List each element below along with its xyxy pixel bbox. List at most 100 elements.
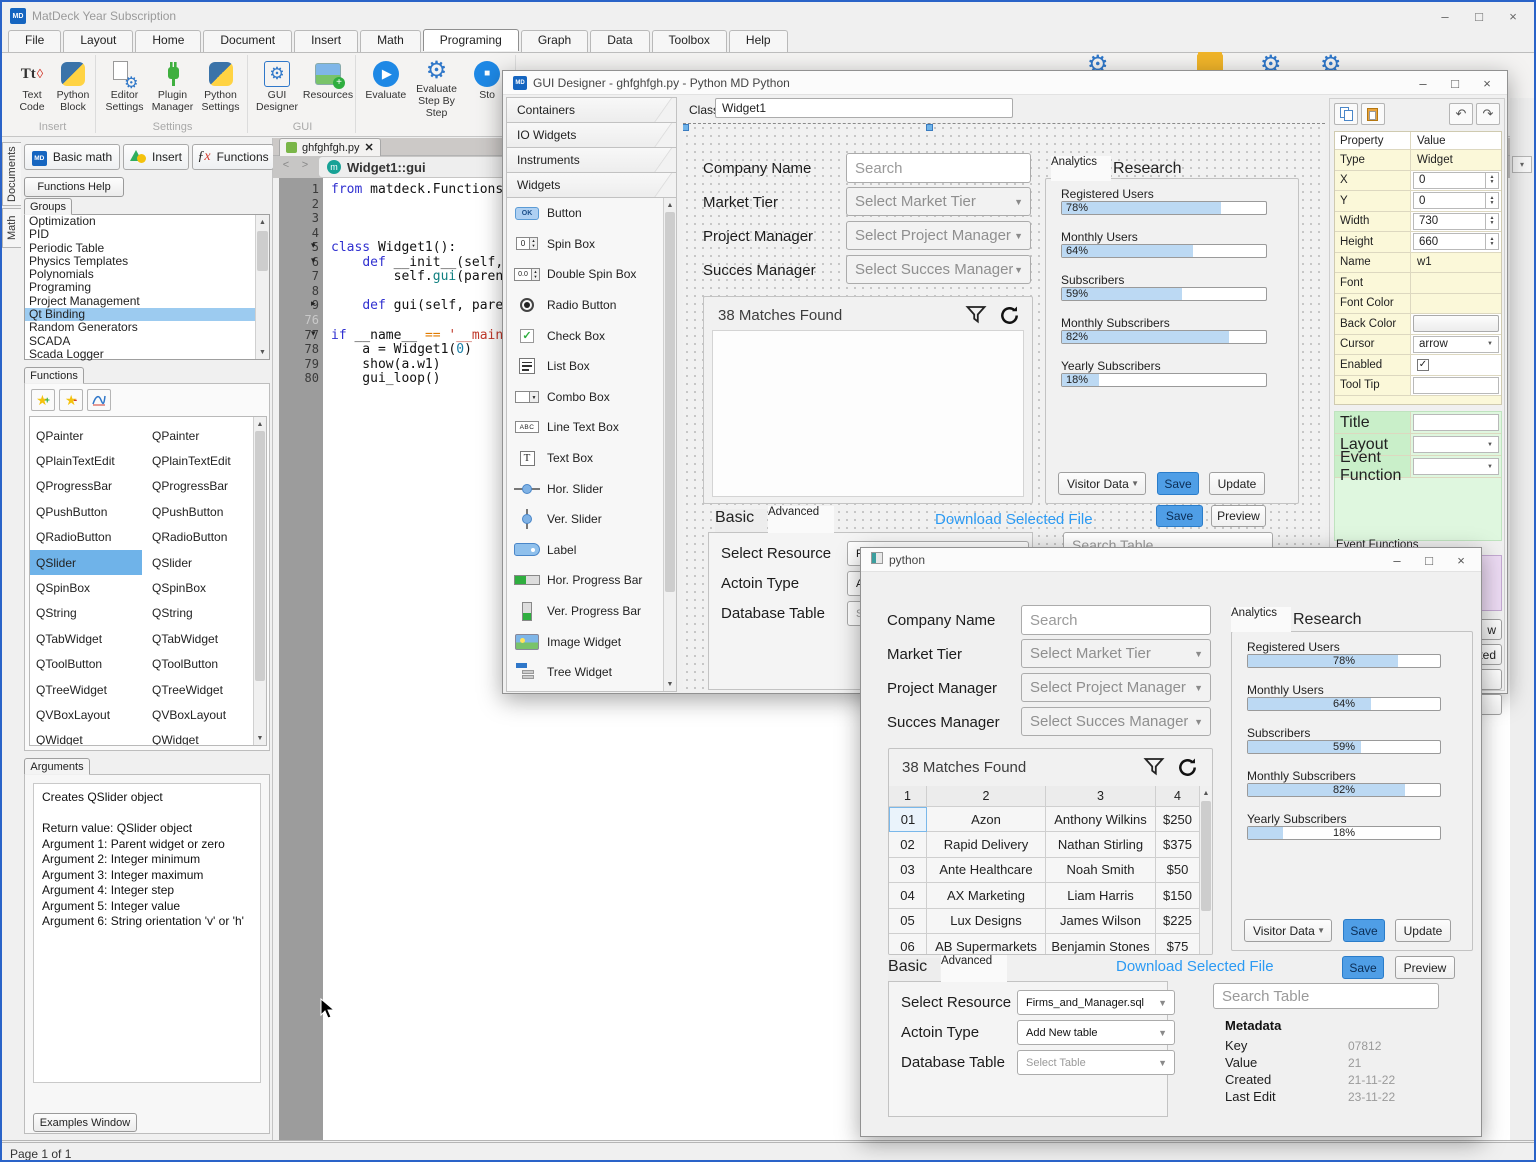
select-select-project-manager[interactable]: Select Project Manager▼ bbox=[846, 221, 1031, 250]
close-button[interactable]: × bbox=[1445, 550, 1477, 570]
preview-button[interactable]: Preview bbox=[1211, 505, 1266, 527]
function-item-qtoolbutton-alt[interactable]: QToolButton bbox=[146, 652, 246, 677]
search-table-input[interactable]: Search Table bbox=[1213, 983, 1439, 1009]
property-value[interactable]: Widget bbox=[1411, 150, 1501, 170]
ribbon-tab-help[interactable]: Help bbox=[729, 30, 788, 52]
class-input[interactable]: Widget1 bbox=[715, 98, 1013, 118]
scroll-up-icon[interactable]: ▲ bbox=[256, 215, 269, 229]
scroll-up-icon[interactable]: ▲ bbox=[254, 417, 266, 431]
arguments-tab[interactable]: Arguments bbox=[24, 758, 90, 775]
functions-scrollbar[interactable]: ▲▼ bbox=[253, 417, 266, 745]
spinner-arrows-icon[interactable]: ▲▼ bbox=[1486, 233, 1499, 250]
nav-back-button[interactable]: < bbox=[278, 159, 294, 175]
maximize-button[interactable]: □ bbox=[1413, 550, 1445, 570]
save-button[interactable]: Save bbox=[1343, 919, 1385, 942]
ribbon-button-gui-designer[interactable]: ⚙GUI Designer bbox=[253, 55, 302, 119]
ribbon-button-plugin-manager[interactable]: Plugin Manager bbox=[150, 55, 196, 119]
minimize-button[interactable]: – bbox=[1407, 73, 1439, 93]
function-item-qstring[interactable]: QString bbox=[30, 601, 142, 626]
side-tab-documents[interactable]: Documents bbox=[2, 142, 21, 206]
property-value[interactable] bbox=[1411, 273, 1501, 293]
table-cell[interactable]: James Wilson bbox=[1046, 909, 1156, 934]
table-cell[interactable]: Azon bbox=[927, 807, 1046, 832]
group-item-programing[interactable]: Programing bbox=[25, 281, 269, 294]
selection-handle[interactable] bbox=[926, 124, 933, 131]
group-item-periodic-table[interactable]: Periodic Table bbox=[25, 242, 269, 255]
company-search-input[interactable]: Search bbox=[1021, 605, 1211, 635]
property-value[interactable]: ✓ bbox=[1411, 355, 1501, 375]
python-analytics-tab-research[interactable]: Research bbox=[1293, 611, 1353, 632]
function-item-qwidget[interactable]: QWidget bbox=[30, 728, 142, 746]
spin-input[interactable]: 0 bbox=[1413, 192, 1486, 209]
table-cell[interactable]: 02 bbox=[889, 832, 927, 857]
scroll-thumb[interactable] bbox=[257, 231, 268, 271]
table-cell[interactable]: $75 bbox=[1156, 934, 1200, 955]
palette-item-table-widget[interactable]: Table Widget bbox=[507, 688, 676, 693]
document-scrollbar[interactable]: ▾ bbox=[1510, 98, 1536, 1140]
select-select-succes-manager[interactable]: Select Succes Manager▼ bbox=[846, 255, 1031, 284]
function-item-qslider[interactable]: QSlider bbox=[30, 550, 142, 575]
property-value[interactable] bbox=[1411, 376, 1501, 396]
update-button[interactable]: Update bbox=[1209, 472, 1265, 495]
sidebar-tab-functions[interactable]: ƒxFunctions bbox=[192, 144, 274, 170]
scroll-thumb[interactable] bbox=[255, 431, 265, 681]
function-item-qradiobutton-alt[interactable]: QRadioButton bbox=[146, 525, 246, 550]
property-value[interactable]: 0▲▼ bbox=[1411, 191, 1501, 211]
minimize-button[interactable]: – bbox=[1381, 550, 1413, 570]
table-cell[interactable]: Nathan Stirling bbox=[1046, 832, 1156, 857]
function-item-qstring-alt[interactable]: QString bbox=[146, 601, 246, 626]
filter-icon[interactable] bbox=[1142, 755, 1166, 779]
table-cell[interactable]: Lux Designs bbox=[927, 909, 1046, 934]
spin-input[interactable]: 730 bbox=[1413, 213, 1486, 230]
property-value[interactable]: ▼ bbox=[1411, 456, 1501, 477]
spin-input[interactable]: 0 bbox=[1413, 172, 1486, 189]
function-item-qradiobutton[interactable]: QRadioButton bbox=[30, 525, 142, 550]
table-cell[interactable]: 01 bbox=[889, 807, 927, 832]
ribbon-button-editor-settings[interactable]: ⚙Editor Settings bbox=[102, 55, 148, 119]
ribbon-button-resources[interactable]: +Resources bbox=[304, 55, 353, 119]
property-value[interactable] bbox=[1411, 314, 1501, 334]
select-select-succes-manager[interactable]: Select Succes Manager▼ bbox=[1021, 707, 1211, 736]
function-item-qspinbox-alt[interactable]: QSpinBox bbox=[146, 575, 246, 600]
designer-analytics-tab-analytics[interactable]: Analytics bbox=[1051, 156, 1111, 181]
table-scrollbar[interactable]: ▲ bbox=[1199, 786, 1212, 955]
group-item-physics-templates[interactable]: Physics Templates bbox=[25, 255, 269, 268]
palette-item-button[interactable]: OKButton bbox=[507, 198, 676, 229]
python-detail-tab-advanced[interactable]: Advanced bbox=[941, 955, 1007, 982]
function-item-qpushbutton[interactable]: QPushButton bbox=[30, 499, 142, 524]
maximize-button[interactable]: □ bbox=[1462, 5, 1496, 27]
ribbon-button-text-code[interactable]: Tt◊Text Code bbox=[13, 55, 52, 119]
table-cell[interactable]: $150 bbox=[1156, 883, 1200, 908]
function-item-qprogressbar[interactable]: QProgressBar bbox=[30, 474, 142, 499]
groups-tab[interactable]: Groups bbox=[24, 198, 72, 215]
group-item-qt-binding[interactable]: Qt Binding bbox=[25, 308, 269, 321]
scroll-thumb[interactable] bbox=[665, 212, 675, 592]
table-cell[interactable]: 05 bbox=[889, 909, 927, 934]
property-value[interactable]: 730▲▼ bbox=[1411, 212, 1501, 232]
ribbon-tab-math[interactable]: Math bbox=[360, 30, 421, 52]
select-select-market-tier[interactable]: Select Market Tier▼ bbox=[1021, 639, 1211, 668]
property-value[interactable]: ▼ bbox=[1411, 434, 1501, 455]
table-cell[interactable]: AB Supermarkets bbox=[927, 934, 1046, 955]
palette-item-list-box[interactable]: List Box bbox=[507, 351, 676, 382]
table-cell[interactable]: $250 bbox=[1156, 807, 1200, 832]
group-item-scada-logger[interactable]: Scada Logger bbox=[25, 348, 269, 361]
filter-icon[interactable] bbox=[964, 303, 988, 327]
favorite-remove-icon[interactable]: ★- bbox=[59, 389, 83, 411]
designer-detail-tab-basic[interactable]: Basic bbox=[715, 509, 767, 533]
table-cell[interactable]: Noah Smith bbox=[1046, 858, 1156, 883]
sidebar-tab-basic-math[interactable]: MDBasic math bbox=[24, 144, 120, 170]
table-cell[interactable]: 06 bbox=[889, 934, 927, 955]
spinner-arrows-icon[interactable]: ▲▼ bbox=[1486, 213, 1499, 230]
property-value[interactable]: 0▲▼ bbox=[1411, 171, 1501, 191]
ribbon-button-evaluate-step-by-step[interactable]: ⚙Evaluate Step By Step bbox=[412, 55, 461, 119]
refresh-icon[interactable] bbox=[998, 304, 1021, 327]
ribbon-tab-graph[interactable]: Graph bbox=[521, 30, 588, 52]
python-analytics-tab-analytics[interactable]: Analytics bbox=[1231, 607, 1291, 632]
palette-section-io-widgets[interactable]: IO Widgets bbox=[506, 122, 677, 147]
undo-icon[interactable]: ↶ bbox=[1449, 103, 1473, 125]
property-value[interactable]: w1 bbox=[1411, 253, 1501, 273]
cursor-dropdown[interactable]: arrow▼ bbox=[1413, 336, 1499, 353]
column-header-2[interactable]: 2 bbox=[927, 786, 1046, 807]
function-item-qplaintextedit[interactable]: QPlainTextEdit bbox=[30, 448, 142, 473]
